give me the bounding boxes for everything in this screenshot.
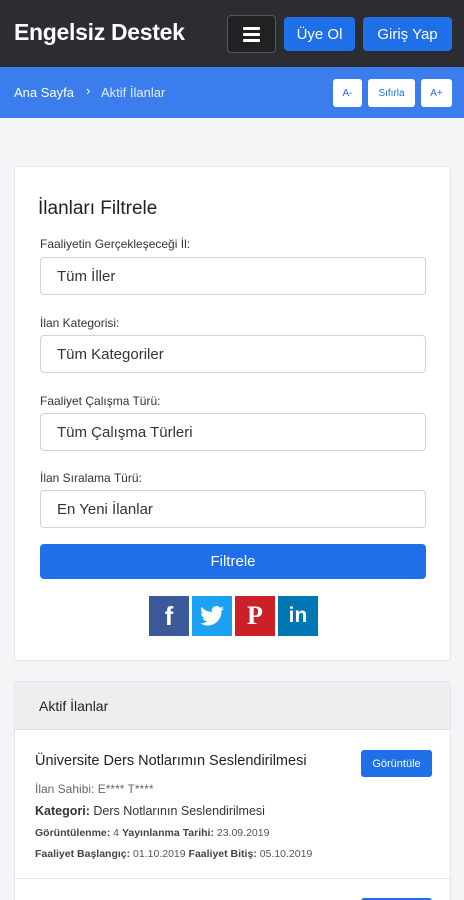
work-type-select[interactable]: Tüm Çalışma Türleri bbox=[40, 413, 426, 451]
owner-value: E**** T**** bbox=[97, 782, 154, 796]
province-select[interactable]: Tüm İller bbox=[40, 257, 426, 295]
listing-dates: Faaliyet Başlangıç: 01.10.2019 Faaliyet … bbox=[35, 848, 312, 860]
start-label: Faaliyet Başlangıç: bbox=[35, 848, 131, 860]
category-label: İlan Kategorisi: bbox=[40, 316, 120, 330]
filter-title: İlanları Filtrele bbox=[38, 198, 158, 219]
category-label: Kategori: bbox=[35, 804, 90, 818]
active-listings-card: Aktif İlanlar Üniversite Ders Notlarımın… bbox=[14, 681, 451, 900]
views-label: Görüntülenme: bbox=[35, 827, 111, 839]
brand-logo[interactable]: Engelsiz Destek bbox=[14, 19, 185, 46]
pinterest-icon: P bbox=[247, 601, 263, 630]
linkedin-share-button[interactable]: in bbox=[278, 596, 318, 636]
published-value: 23.09.2019 bbox=[216, 827, 270, 839]
listing-owner: İlan Sahibi: E**** T**** bbox=[35, 782, 154, 796]
linkedin-icon: in bbox=[288, 604, 308, 627]
filter-submit-button[interactable]: Filtrele bbox=[40, 544, 426, 579]
register-button[interactable]: Üye Ol bbox=[284, 17, 355, 51]
font-reset-button[interactable]: Sıfırla bbox=[368, 79, 415, 107]
font-decrease-button[interactable]: A- bbox=[333, 79, 362, 107]
breadcrumb-current: Aktif İlanlar bbox=[101, 85, 166, 100]
start-value: 01.10.2019 bbox=[133, 848, 186, 860]
filter-card: İlanları Filtrele Faaliyetin Gerçekleşec… bbox=[14, 166, 451, 661]
menu-icon-bar bbox=[243, 38, 260, 42]
category-select[interactable]: Tüm Kategoriler bbox=[40, 335, 426, 373]
font-increase-button[interactable]: A+ bbox=[421, 79, 452, 107]
province-label: Faaliyetin Gerçekleşeceği İl: bbox=[40, 237, 191, 251]
view-listing-button[interactable]: Görüntüle bbox=[361, 750, 432, 777]
breadcrumb-separator-icon: › bbox=[86, 83, 91, 98]
menu-icon-bar bbox=[243, 26, 260, 30]
sort-select[interactable]: En Yeni İlanlar bbox=[40, 490, 426, 528]
pinterest-share-button[interactable]: P bbox=[235, 596, 275, 636]
twitter-share-button[interactable] bbox=[192, 596, 232, 636]
listing-divider bbox=[15, 878, 450, 879]
end-label: Faaliyet Bitiş: bbox=[188, 848, 257, 860]
listings-header: Aktif İlanlar bbox=[15, 682, 450, 730]
login-button[interactable]: Giriş Yap bbox=[363, 17, 452, 51]
listing-title: Üniversite Ders Notlarımın Seslendirilme… bbox=[35, 753, 307, 769]
listings-heading: Aktif İlanlar bbox=[39, 698, 109, 714]
breadcrumb-home-link[interactable]: Ana Sayfa bbox=[14, 85, 74, 100]
twitter-icon bbox=[200, 606, 224, 626]
category-value: Ders Notlarının Seslendirilmesi bbox=[93, 804, 265, 818]
published-label: Yayınlanma Tarihi: bbox=[121, 827, 214, 839]
top-navbar: Engelsiz Destek Üye Ol Giriş Yap bbox=[0, 0, 464, 67]
listing-category: Kategori: Ders Notlarının Seslendirilmes… bbox=[35, 804, 265, 818]
views-value: 4 bbox=[113, 827, 120, 839]
listing-stats: Görüntülenme: 4 Yayınlanma Tarihi: 23.09… bbox=[35, 827, 269, 839]
facebook-icon: f bbox=[164, 600, 174, 631]
facebook-share-button[interactable]: f bbox=[149, 596, 189, 636]
sort-label: İlan Sıralama Türü: bbox=[40, 471, 142, 485]
end-value: 05.10.2019 bbox=[259, 848, 313, 860]
owner-label: İlan Sahibi: bbox=[35, 782, 95, 796]
work-type-label: Faaliyet Çalışma Türü: bbox=[40, 394, 161, 408]
menu-icon-bar bbox=[243, 32, 260, 36]
hamburger-menu-button[interactable] bbox=[227, 15, 276, 53]
